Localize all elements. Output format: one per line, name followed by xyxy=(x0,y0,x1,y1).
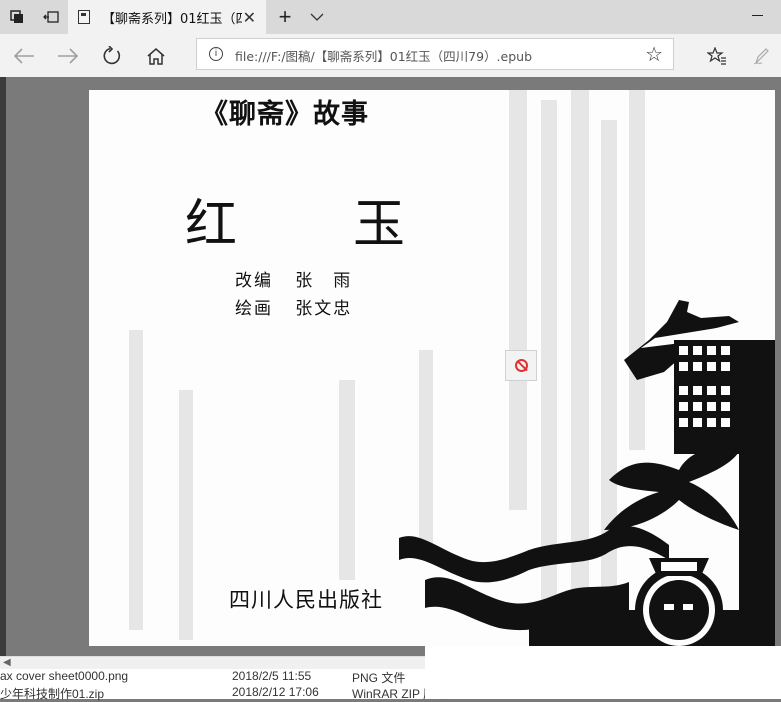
file-date: 2018/2/5 11:55 xyxy=(232,669,312,683)
file-type: PNG 文件 xyxy=(352,671,406,685)
home-icon[interactable] xyxy=(138,38,174,74)
address-bar[interactable]: i file:///F:/图稿/【聊斋系列】01红玉（四川79）.epub ☆ xyxy=(196,38,674,70)
favorites-list-icon[interactable] xyxy=(700,38,734,74)
chevron-down-icon[interactable] xyxy=(300,0,334,34)
file-name: 少年科技制作01.zip xyxy=(0,687,105,701)
broken-image-icon xyxy=(505,350,537,381)
refresh-icon[interactable] xyxy=(94,38,130,74)
favorite-star-icon[interactable]: ☆ xyxy=(645,42,663,67)
book-cover-page: 《聊斋》故事 红 玉 改编 张 雨 绘画 张文忠 四川人民出版社 xyxy=(89,90,775,646)
active-tab[interactable]: 【聊斋系列】01红玉（四 ✕ xyxy=(68,0,266,34)
new-tab-button[interactable]: + xyxy=(268,0,302,34)
minimize-icon[interactable] xyxy=(752,15,763,16)
page-icon xyxy=(78,10,90,24)
file-name: ax cover sheet0000.png xyxy=(0,669,129,683)
overlay-panel xyxy=(425,646,781,699)
blocked-icon xyxy=(514,359,528,372)
scroll-left-icon[interactable]: ◀ xyxy=(3,657,11,668)
back-arrow-icon[interactable] xyxy=(6,38,42,74)
tab-bar: 【聊斋系列】01红玉（四 ✕ + xyxy=(0,0,781,34)
info-icon[interactable]: i xyxy=(209,47,223,61)
forward-arrow-icon[interactable] xyxy=(50,38,86,74)
close-tab-icon[interactable]: ✕ xyxy=(243,8,256,28)
navigation-toolbar: i file:///F:/图稿/【聊斋系列】01红玉（四川79）.epub ☆ xyxy=(0,34,781,77)
pen-icon[interactable] xyxy=(744,38,778,74)
pavilion-illustration xyxy=(399,255,775,646)
left-edge-strip xyxy=(0,77,6,657)
tab-title: 【聊斋系列】01红玉（四 xyxy=(102,11,242,27)
restore-tabs-icon[interactable] xyxy=(34,0,68,34)
set-aside-tabs-icon[interactable] xyxy=(0,0,34,34)
url-text: file:///F:/图稿/【聊斋系列】01红玉（四川79）.epub xyxy=(235,49,533,64)
file-date: 2018/2/12 17:06 xyxy=(232,685,319,699)
